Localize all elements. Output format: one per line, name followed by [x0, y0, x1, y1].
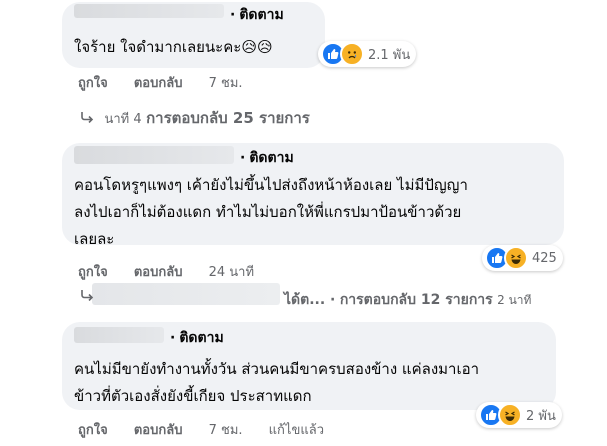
- reply-time: 2 นาที: [497, 293, 532, 307]
- view-replies-2-text[interactable]: ได้ต... · การตอบกลับ 12 รายการ 2 นาที: [284, 289, 531, 311]
- edited-label: แก้ไขแล้ว: [268, 423, 324, 438]
- reaction-count: 2.1 พัน: [368, 47, 411, 63]
- comment-text-1: ใจร้าย ใจดำมากเลยนะคะ😥😥: [74, 34, 273, 61]
- reply-count-label: การตอบกลับ 25 รายการ: [146, 109, 310, 127]
- like-link[interactable]: ถูกใจ: [78, 76, 108, 91]
- timestamp[interactable]: 7 ชม.: [209, 423, 243, 438]
- comment-actions-3: ถูกใจ ตอบกลับ 7 ชม. แก้ไขแล้ว: [78, 419, 346, 440]
- reply-arrow-icon: [80, 289, 94, 305]
- follow-label: ติดตาม: [179, 330, 224, 346]
- follow-label: ติดตาม: [249, 150, 294, 166]
- comment-line: คนไม่มีขายังทำงานทั้งวัน ส่วนคนมีขาครบสอ…: [74, 360, 480, 378]
- timestamp[interactable]: 7 ชม.: [209, 76, 243, 91]
- reply-count-label: การตอบกลับ 12 รายการ: [339, 292, 493, 308]
- reactions-2[interactable]: 425: [482, 245, 563, 271]
- commenter-name-1[interactable]: [74, 4, 224, 18]
- follow-button-3[interactable]: · ติดตาม: [170, 327, 224, 349]
- follow-button-2[interactable]: · ติดตาม: [240, 147, 294, 169]
- reply-link[interactable]: ตอบกลับ: [134, 76, 183, 91]
- haha-icon: [498, 403, 522, 427]
- comment-line: ข้าวที่ตัวเองสั่งยังขี้เกียจ ประสาทแดก: [74, 387, 312, 405]
- comment-line: ลงไปเอาก็ไม่ต้องแดก ทำไมไม่บอกให้พี่แกรป…: [74, 203, 462, 221]
- reply-prefix: ได้ต... ·: [284, 292, 336, 308]
- haha-icon: [504, 246, 528, 270]
- reply-link[interactable]: ตอบกลับ: [134, 423, 183, 438]
- view-replies-1[interactable]: นาที 4 การตอบกลับ 25 รายการ: [80, 106, 310, 130]
- like-link[interactable]: ถูกใจ: [78, 265, 108, 280]
- follow-button-1[interactable]: · ติดตาม: [230, 4, 284, 26]
- comment-line: ใจร้าย ใจดำมากเลยนะคะ😥😥: [74, 38, 273, 56]
- reply-link[interactable]: ตอบกลับ: [134, 265, 183, 280]
- sad-icon: [340, 42, 364, 66]
- reply-author-preview: [92, 283, 280, 305]
- reply-arrow-icon: [80, 111, 94, 127]
- like-link[interactable]: ถูกใจ: [78, 423, 108, 438]
- timestamp[interactable]: 24 นาที: [209, 265, 254, 280]
- comment-line: เลยละ: [74, 230, 115, 248]
- reply-prefix: นาที 4: [104, 112, 142, 127]
- view-replies-2[interactable]: [80, 289, 100, 305]
- reactions-3[interactable]: 2 พัน: [476, 402, 562, 428]
- reactions-1[interactable]: 2.1 พัน: [318, 41, 417, 67]
- reaction-count: 425: [532, 250, 557, 266]
- follow-label: ติดตาม: [239, 7, 284, 23]
- comment-actions-2: ถูกใจ ตอบกลับ 24 นาที: [78, 261, 276, 282]
- comment-actions-1: ถูกใจ ตอบกลับ 7 ชม.: [78, 72, 265, 93]
- comment-text-2: คอนโดหรูๆแพงๆ เค้ายังไม่ขึ้นไปส่งถึงหน้า…: [74, 172, 468, 253]
- reaction-count: 2 พัน: [526, 408, 556, 424]
- commenter-name-2[interactable]: [74, 146, 234, 164]
- comment-line: คอนโดหรูๆแพงๆ เค้ายังไม่ขึ้นไปส่งถึงหน้า…: [74, 176, 468, 194]
- commenter-name-3[interactable]: [74, 327, 164, 343]
- comment-text-3: คนไม่มีขายังทำงานทั้งวัน ส่วนคนมีขาครบสอ…: [74, 356, 479, 410]
